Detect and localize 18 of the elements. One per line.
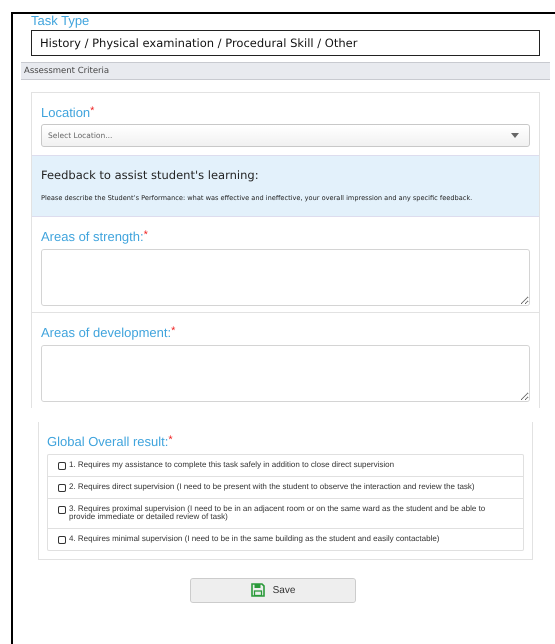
task-type-field[interactable]: History / Physical examination / Procedural Skill / Other [31, 30, 540, 56]
option-label[interactable]: 2. Requires direct supervision (I need to be present with the student to observe the interaction and review the task) [69, 483, 475, 492]
field-label: Areas of strength:* [41, 229, 149, 244]
save-button[interactable]: Save [190, 578, 356, 603]
field-label: Areas of development:* [41, 325, 176, 340]
caret-icon [511, 133, 519, 138]
option-label[interactable]: 1. Requires my assistance to complete this task safely in addition to close direct supervision [69, 461, 394, 470]
checkbox[interactable] [58, 462, 66, 470]
task-type-label: Task Type [31, 13, 90, 28]
location-label: Location* [41, 105, 96, 120]
section-header: Assessment Criteria [21, 62, 550, 80]
checkbox[interactable] [58, 484, 66, 492]
checkbox[interactable] [58, 536, 66, 544]
result-label: Global Overall result:* [47, 434, 174, 449]
option-label[interactable]: 4. Requires minimal supervision (I need to be in the same building as the student and easily contactable) [69, 534, 440, 544]
feedback-title: Feedback to assist student's learning: [41, 168, 260, 182]
checkbox[interactable] [58, 506, 66, 514]
option-label[interactable]: 3. Requires proximal supervision (I need to be in an adjacent room or on the same ward as the student and be able to provide immediate or detailed review of task) [69, 505, 513, 522]
